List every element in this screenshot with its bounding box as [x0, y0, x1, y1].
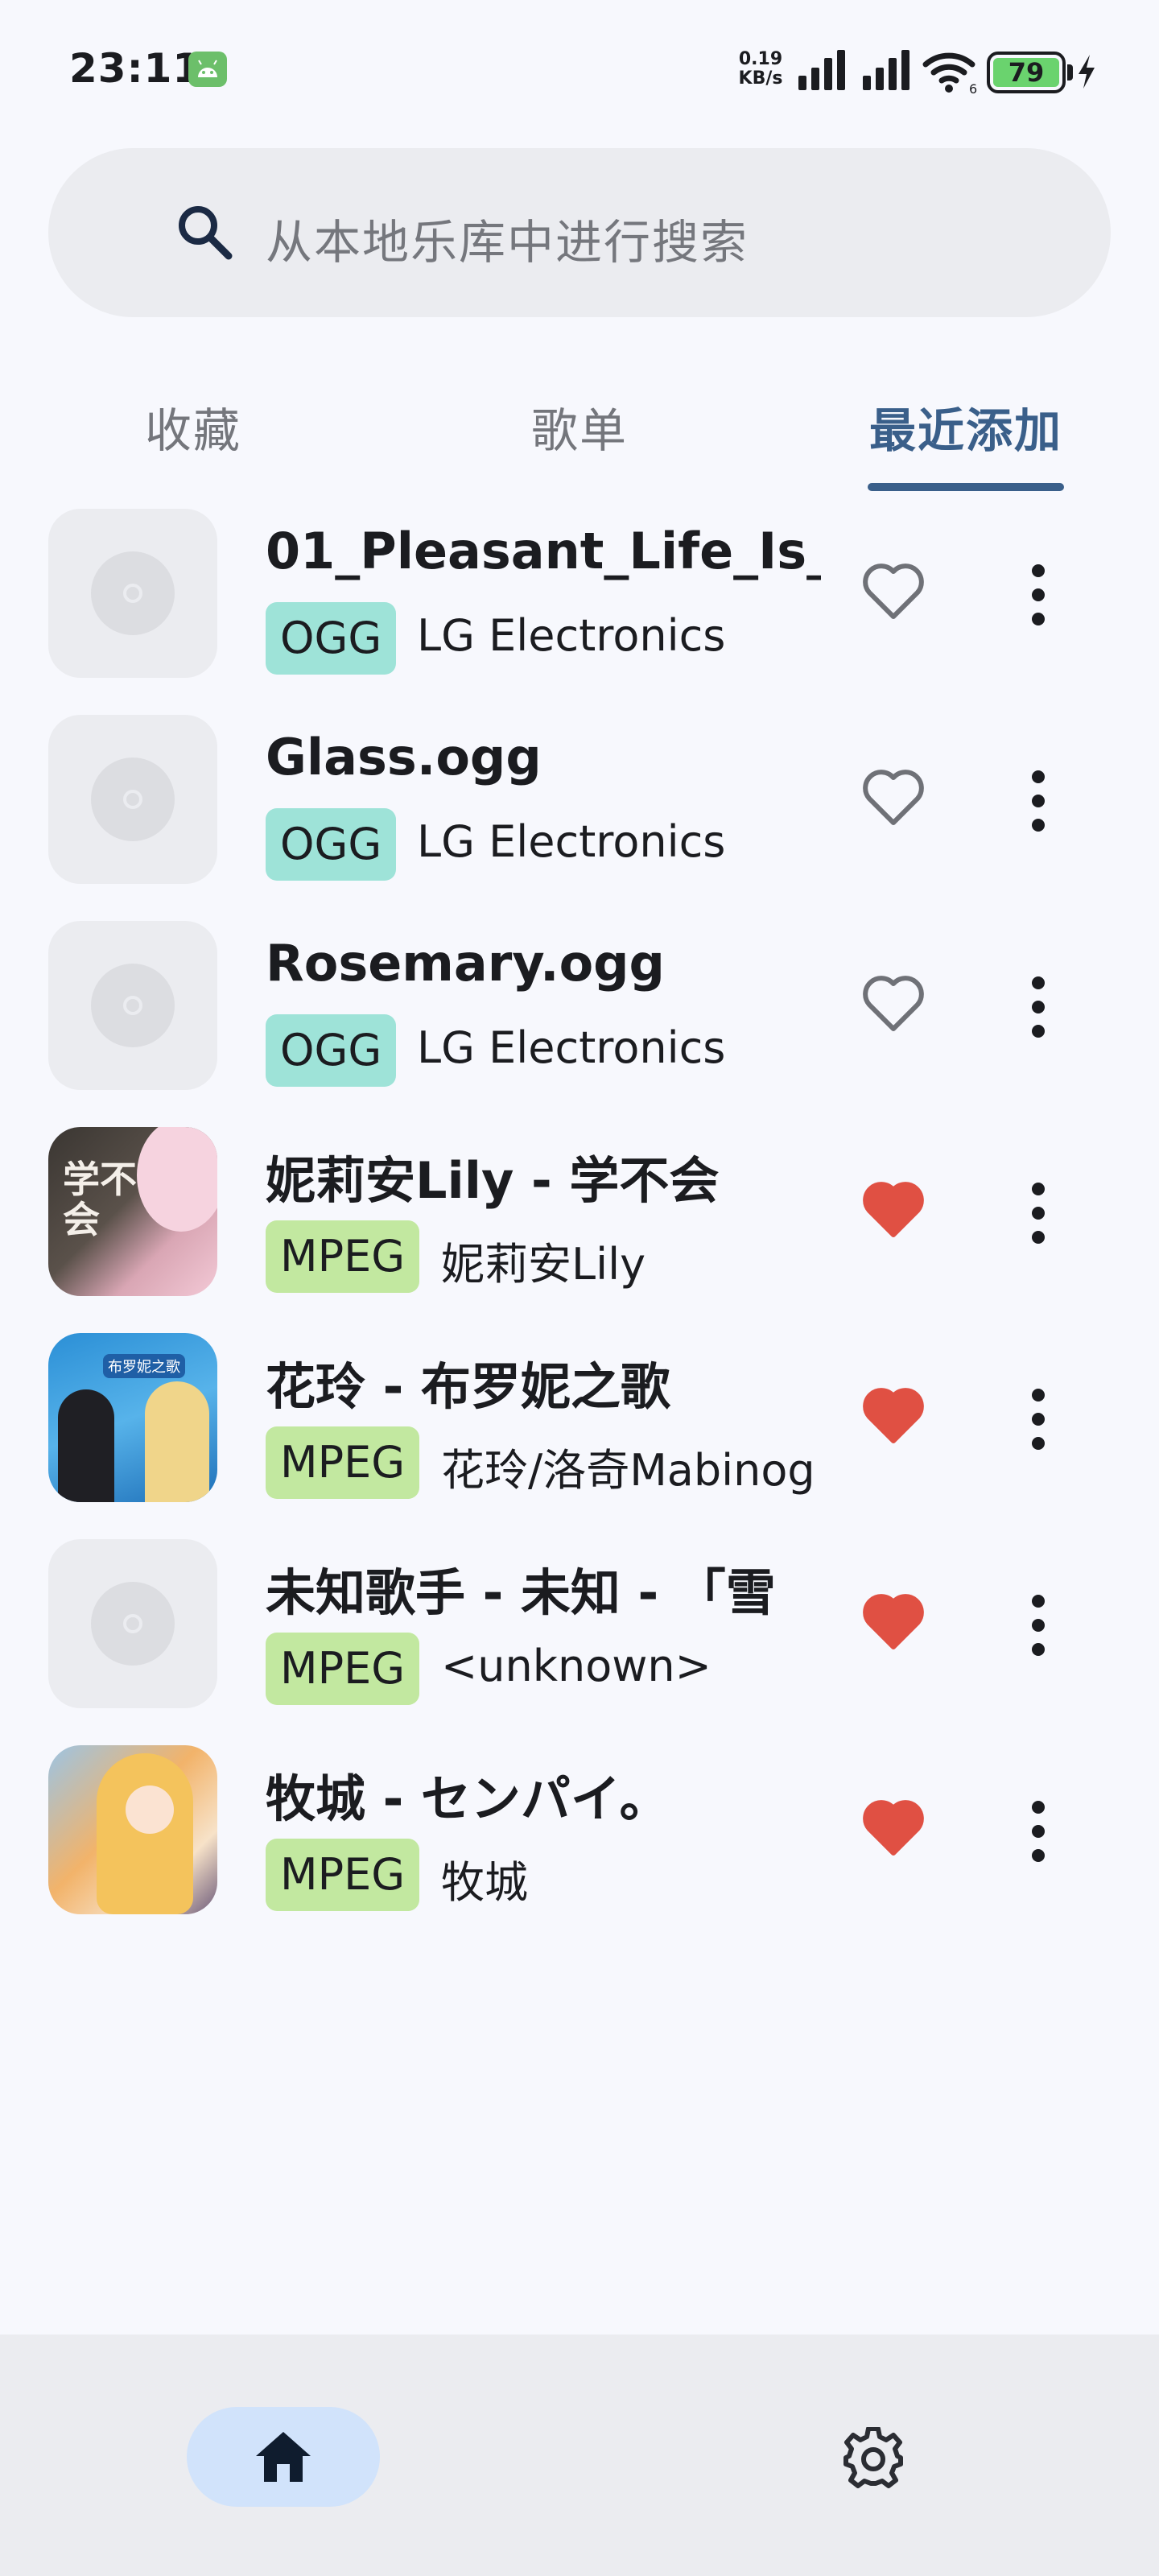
song-title: 妮莉安Lily - 学不会	[266, 1151, 720, 1210]
album-art-figure	[58, 1389, 114, 1502]
more-options-icon[interactable]	[1014, 1177, 1062, 1249]
album-art	[48, 1745, 217, 1914]
nav-settings-button[interactable]	[837, 2423, 909, 2496]
battery-icon: 79	[987, 52, 1066, 93]
format-badge: MPEG	[266, 1220, 420, 1293]
song-title: Rosemary.ogg	[266, 934, 665, 993]
heart-filled-icon[interactable]	[861, 1386, 926, 1446]
song-row[interactable]: 学不会 妮莉安Lily - 学不会 MPEG 妮莉安Lily	[0, 1127, 1159, 1333]
song-artist: 妮莉安Lily	[441, 1239, 646, 1290]
android-notification-icon	[188, 52, 227, 87]
bottom-navigation	[0, 2334, 1159, 2576]
wifi-icon: 6	[922, 52, 977, 95]
song-artist: 花玲/洛奇Mabinogi	[441, 1445, 811, 1496]
cover-placeholder	[48, 509, 217, 678]
heart-filled-icon[interactable]	[861, 1798, 926, 1858]
song-title: 牧城 - センパイ。	[266, 1769, 670, 1828]
search-icon	[179, 206, 233, 260]
song-title: 未知歌手 - 未知 - 「雪	[266, 1563, 776, 1622]
format-badge: MPEG	[266, 1633, 420, 1705]
search-input[interactable]: 从本地乐库中进行搜索	[266, 204, 749, 272]
gear-icon	[843, 2427, 903, 2488]
status-bar: 23:11 0.19 KB/s 6 79	[0, 0, 1159, 142]
more-options-icon[interactable]	[1014, 971, 1062, 1043]
nav-home-button[interactable]	[187, 2407, 380, 2507]
heart-outline-icon[interactable]	[861, 562, 926, 621]
more-options-icon[interactable]	[1014, 1383, 1062, 1455]
disc-icon	[91, 758, 175, 841]
song-row[interactable]: 未知歌手 - 未知 - 「雪 MPEG <unknown>	[0, 1539, 1159, 1745]
cover-placeholder	[48, 1539, 217, 1708]
song-artist: LG Electronics	[417, 816, 726, 867]
home-icon	[256, 2432, 311, 2482]
song-row[interactable]: 01_Pleasant_Life_Is_G OGG LG Electronics	[0, 509, 1159, 715]
song-list: 01_Pleasant_Life_Is_G OGG LG Electronics…	[0, 509, 1159, 1951]
charging-bolt-icon	[1079, 55, 1095, 89]
song-row[interactable]: 牧城 - センパイ。 MPEG 牧城	[0, 1745, 1159, 1951]
more-options-icon[interactable]	[1014, 1795, 1062, 1868]
album-art: 布罗妮之歌	[48, 1333, 217, 1502]
search-bar[interactable]: 从本地乐库中进行搜索	[48, 148, 1111, 317]
wifi-label: 6	[969, 81, 977, 95]
disc-icon	[91, 964, 175, 1047]
format-badge: OGG	[266, 808, 397, 881]
cover-placeholder	[48, 921, 217, 1090]
more-options-icon[interactable]	[1014, 765, 1062, 837]
tab-favorites[interactable]: 收藏	[145, 393, 241, 460]
tab-recently-added[interactable]: 最近添加	[869, 393, 1062, 460]
song-row[interactable]: Glass.ogg OGG LG Electronics	[0, 715, 1159, 921]
network-speed-unit: KB/s	[738, 68, 783, 89]
heart-outline-icon[interactable]	[861, 974, 926, 1034]
song-artist: 牧城	[441, 1857, 528, 1908]
song-title: Glass.ogg	[266, 728, 542, 786]
more-options-icon[interactable]	[1014, 1589, 1062, 1662]
disc-icon	[91, 1582, 175, 1666]
more-options-icon[interactable]	[1014, 559, 1062, 631]
cover-placeholder	[48, 715, 217, 884]
heart-outline-icon[interactable]	[861, 768, 926, 828]
tab-indicator	[868, 483, 1064, 491]
song-row[interactable]: 布罗妮之歌 花玲 - 布罗妮之歌 MPEG 花玲/洛奇Mabinogi	[0, 1333, 1159, 1539]
cellular-signal-icon	[798, 50, 845, 90]
album-art-text: 布罗妮之歌	[103, 1354, 185, 1378]
song-artist: LG Electronics	[417, 610, 726, 661]
tab-playlists[interactable]: 歌单	[531, 393, 628, 460]
network-speed: 0.19 KB/s	[734, 50, 787, 89]
heart-filled-icon[interactable]	[861, 1180, 926, 1240]
format-badge: MPEG	[266, 1426, 420, 1499]
album-art-figure	[145, 1381, 209, 1502]
status-time: 23:11	[69, 45, 202, 92]
battery-level: 79	[993, 57, 1059, 88]
cellular-signal-2-icon	[863, 50, 909, 90]
song-title: 01_Pleasant_Life_Is_G	[266, 522, 821, 580]
format-badge: OGG	[266, 602, 397, 675]
disc-icon	[91, 551, 175, 635]
format-badge: MPEG	[266, 1839, 420, 1911]
format-badge: OGG	[266, 1014, 397, 1087]
song-artist: LG Electronics	[417, 1022, 726, 1073]
song-row[interactable]: Rosemary.ogg OGG LG Electronics	[0, 921, 1159, 1127]
album-art: 学不会	[48, 1127, 217, 1296]
song-artist: <unknown>	[441, 1641, 711, 1691]
network-speed-value: 0.19	[738, 49, 783, 69]
song-title: 花玲 - 布罗妮之歌	[266, 1357, 670, 1416]
tab-bar: 收藏 歌单 最近添加	[0, 378, 1159, 499]
heart-filled-icon[interactable]	[861, 1592, 926, 1652]
album-art-face	[126, 1785, 174, 1834]
battery-tip	[1067, 64, 1073, 80]
album-art-figure	[97, 1753, 193, 1914]
